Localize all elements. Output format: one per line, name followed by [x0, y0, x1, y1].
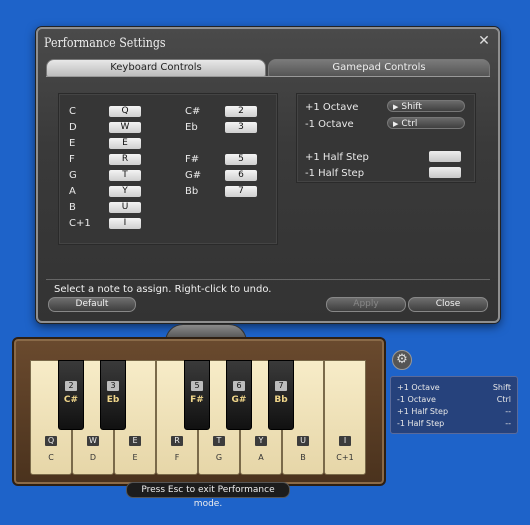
key-note: C+1 [336, 453, 354, 462]
key-note: C# [63, 395, 79, 405]
assign-hint: Select a note to assign. Right-click to … [54, 284, 272, 295]
note-label: Eb [185, 122, 198, 133]
key-tag: T [213, 436, 225, 446]
play-triangle-icon: ▶ [393, 103, 399, 111]
octave-down-label: -1 Octave [305, 119, 354, 130]
key-number: 7 [275, 381, 287, 391]
tab-underline [46, 76, 490, 77]
octave-up-select[interactable]: ▶ Shift [387, 100, 465, 112]
black-key-Eb[interactable]: 3 Eb [100, 360, 126, 430]
key-tag: Y [255, 436, 267, 446]
key-note: Bb [274, 395, 288, 405]
info-value: -- [505, 419, 511, 428]
close-button[interactable]: Close [408, 297, 488, 312]
play-triangle-icon: ▶ [393, 120, 399, 128]
white-key-C1[interactable]: I C+1 [324, 360, 366, 475]
key-tag: W [87, 436, 99, 446]
black-key-Fsharp[interactable]: 5 F# [184, 360, 210, 430]
modifier-info-panel: +1 Octave Shift -1 Octave Ctrl +1 Half S… [390, 376, 518, 434]
key-note: A [258, 453, 264, 462]
key-tag: I [339, 436, 351, 446]
key-note: C [48, 453, 54, 462]
note-label: A [69, 186, 76, 197]
default-button[interactable]: Default [48, 297, 136, 312]
note-label: B [69, 202, 76, 213]
tab-bar: Keyboard Controls Gamepad Controls [46, 59, 490, 77]
note-assignment-panel: C Q D W E E F R G T A Y B U C+1 I C# 2 E… [58, 93, 278, 245]
key-number: 6 [233, 381, 245, 391]
key-note: B [300, 453, 306, 462]
black-key-Bb[interactable]: 7 Bb [268, 360, 294, 430]
key-assign-B[interactable]: U [109, 202, 141, 213]
gear-icon[interactable]: ⚙ [392, 350, 412, 370]
key-assign-F[interactable]: R [109, 154, 141, 165]
key-assign-C1[interactable]: I [109, 218, 141, 229]
close-x-icon[interactable]: ✕ [476, 33, 492, 49]
info-value: Ctrl [496, 395, 511, 404]
window-title: Performance Settings [44, 36, 166, 51]
key-tag: E [129, 436, 141, 446]
key-assign-Bb[interactable]: 7 [225, 186, 257, 197]
tab-gamepad-controls[interactable]: Gamepad Controls [268, 59, 490, 77]
key-assign-D[interactable]: W [109, 122, 141, 133]
half-step-down-keybox[interactable] [429, 167, 461, 178]
modifier-panel: +1 Octave ▶ Shift -1 Octave ▶ Ctrl +1 Half… [296, 93, 476, 183]
black-key-Gsharp[interactable]: 6 G# [226, 360, 252, 430]
note-label: Bb [185, 186, 199, 197]
note-label: C# [185, 106, 201, 117]
key-assign-Eb[interactable]: 3 [225, 122, 257, 133]
half-step-down-label: -1 Half Step [305, 168, 365, 179]
key-note: G# [231, 395, 247, 405]
note-label: F# [185, 154, 200, 165]
key-assign-Csharp[interactable]: 2 [225, 106, 257, 117]
key-note: G [215, 453, 223, 462]
key-assign-G[interactable]: T [109, 170, 141, 181]
key-number: 3 [107, 381, 119, 391]
key-number: 5 [191, 381, 203, 391]
key-assign-Fsharp[interactable]: 5 [225, 154, 257, 165]
key-number: 2 [65, 381, 77, 391]
key-assign-E[interactable]: E [109, 138, 141, 149]
note-label: C+1 [69, 218, 91, 229]
info-key: +1 Octave [397, 383, 440, 392]
tab-keyboard-controls[interactable]: Keyboard Controls [46, 59, 266, 77]
note-label: F [69, 154, 75, 165]
key-note: Eb [106, 395, 120, 405]
note-label: D [69, 122, 77, 133]
note-label: C [69, 106, 76, 117]
piano-keys: Q C W D E E R F T G Y A U B I C+1 2 C# 3… [30, 360, 366, 475]
info-value: Shift [492, 383, 511, 392]
key-assign-C[interactable]: Q [109, 106, 141, 117]
key-note: F [174, 453, 180, 462]
half-step-up-label: +1 Half Step [305, 152, 369, 163]
info-key: -1 Octave [397, 395, 436, 404]
octave-down-value: Ctrl [401, 119, 418, 129]
octave-up-label: +1 Octave [305, 102, 359, 113]
key-note: F# [190, 395, 204, 405]
footer-divider [46, 279, 490, 280]
key-assign-Gsharp[interactable]: 6 [225, 170, 257, 181]
note-label: G [69, 170, 77, 181]
key-note: D [89, 453, 97, 462]
black-key-Csharp[interactable]: 2 C# [58, 360, 84, 430]
info-key: -1 Half Step [397, 419, 445, 428]
note-label: E [69, 138, 76, 149]
key-tag: Q [45, 436, 57, 446]
octave-down-select[interactable]: ▶ Ctrl [387, 117, 465, 129]
key-assign-A[interactable]: Y [109, 186, 141, 197]
key-note: E [132, 453, 138, 462]
note-label: G# [185, 170, 202, 181]
key-tag: U [297, 436, 309, 446]
apply-button[interactable]: Apply [326, 297, 406, 312]
esc-hint: Press Esc to exit Performance mode. [126, 482, 290, 509]
info-value: -- [505, 407, 511, 416]
performance-settings-window: Performance Settings ✕ Keyboard Controls… [36, 27, 500, 323]
half-step-up-keybox[interactable] [429, 151, 461, 162]
octave-up-value: Shift [401, 102, 422, 112]
key-tag: R [171, 436, 183, 446]
info-key: +1 Half Step [397, 407, 449, 416]
